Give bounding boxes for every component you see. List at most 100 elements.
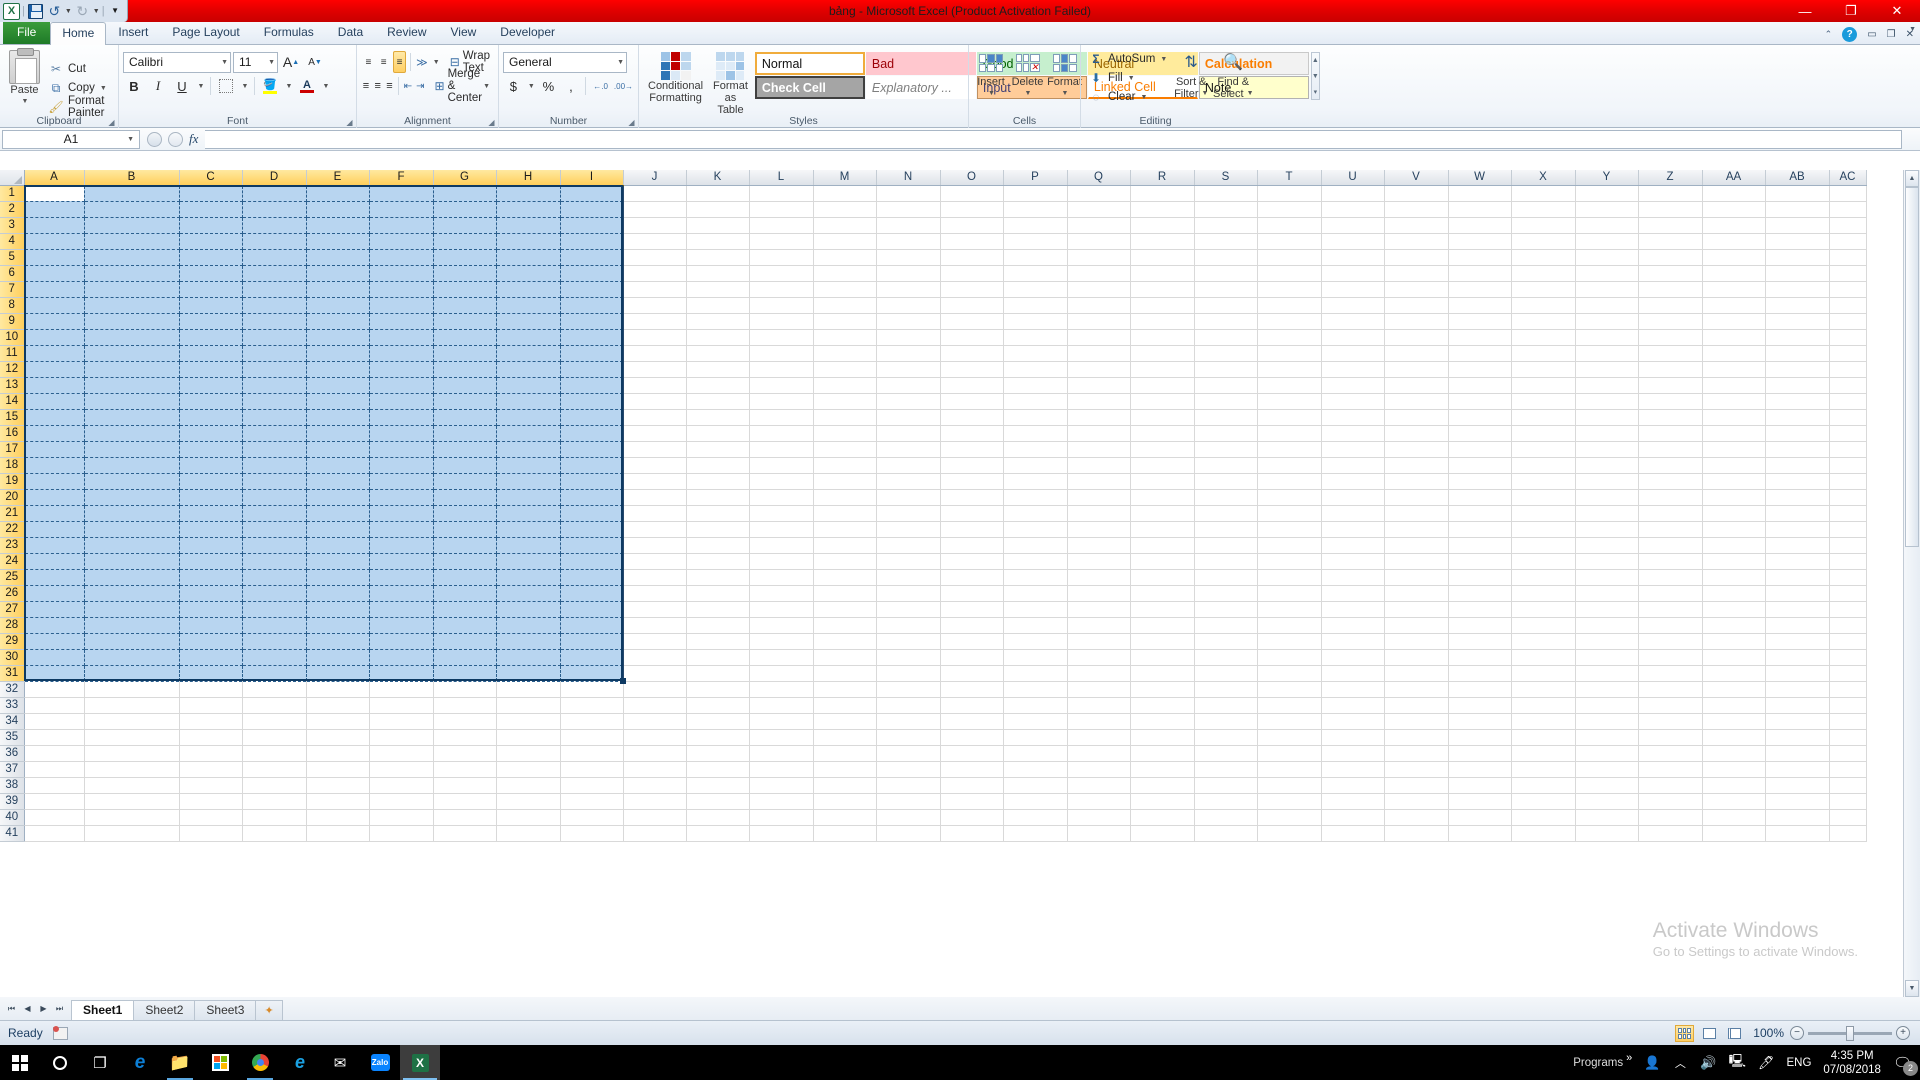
network-icon[interactable]: 🖳 [1729,1052,1746,1074]
cell-G36[interactable] [433,745,496,761]
cell-G13[interactable] [433,377,496,393]
cell-X30[interactable] [1511,649,1575,665]
cell-M12[interactable] [813,361,876,377]
bold-button[interactable]: B [123,75,145,97]
cell-J32[interactable] [623,681,686,697]
cell-AA17[interactable] [1702,441,1765,457]
cell-K35[interactable] [686,729,749,745]
cell-F34[interactable] [369,713,433,729]
row-header-1[interactable]: 1 [0,185,24,201]
cell-S3[interactable] [1194,217,1257,233]
cell-O9[interactable] [940,313,1003,329]
cell-U16[interactable] [1321,425,1384,441]
cell-AC4[interactable] [1829,233,1866,249]
cell-R30[interactable] [1130,649,1194,665]
cell-AC31[interactable] [1829,665,1866,681]
cell-E24[interactable] [306,553,369,569]
percent-format-button[interactable]: % [538,75,559,97]
cell-B23[interactable] [84,537,179,553]
cell-V20[interactable] [1384,489,1448,505]
cell-P32[interactable] [1003,681,1067,697]
cell-A8[interactable] [24,297,84,313]
cell-G24[interactable] [433,553,496,569]
cell-K38[interactable] [686,777,749,793]
cell-S6[interactable] [1194,265,1257,281]
cell-L5[interactable] [749,249,813,265]
cell-D36[interactable] [242,745,306,761]
cell-B28[interactable] [84,617,179,633]
row-header-14[interactable]: 14 [0,393,24,409]
cell-U23[interactable] [1321,537,1384,553]
cell-W34[interactable] [1448,713,1511,729]
cell-X10[interactable] [1511,329,1575,345]
cell-X6[interactable] [1511,265,1575,281]
cell-R9[interactable] [1130,313,1194,329]
cell-C35[interactable] [179,729,242,745]
cell-AC39[interactable] [1829,793,1866,809]
cell-W1[interactable] [1448,185,1511,201]
cell-F37[interactable] [369,761,433,777]
cell-N25[interactable] [876,569,940,585]
cell-S10[interactable] [1194,329,1257,345]
cell-T38[interactable] [1257,777,1321,793]
column-header-S[interactable]: S [1194,170,1257,185]
grid-row-8[interactable]: 8 [0,297,1866,313]
cell-AA4[interactable] [1702,233,1765,249]
cell-G26[interactable] [433,585,496,601]
cell-AC36[interactable] [1829,745,1866,761]
column-header-P[interactable]: P [1003,170,1067,185]
cell-AB25[interactable] [1765,569,1829,585]
cell-D15[interactable] [242,409,306,425]
clear-button[interactable]: ◌ Clear ▼ [1085,88,1170,106]
cell-Q30[interactable] [1067,649,1130,665]
cell-I3[interactable] [560,217,623,233]
row-header-31[interactable]: 31 [0,665,24,681]
cell-D12[interactable] [242,361,306,377]
cell-S8[interactable] [1194,297,1257,313]
cell-E33[interactable] [306,697,369,713]
cell-I15[interactable] [560,409,623,425]
cell-V27[interactable] [1384,601,1448,617]
cell-D7[interactable] [242,281,306,297]
cell-T19[interactable] [1257,473,1321,489]
cell-K12[interactable] [686,361,749,377]
cell-D17[interactable] [242,441,306,457]
cell-D6[interactable] [242,265,306,281]
cell-AC40[interactable] [1829,809,1866,825]
cell-G18[interactable] [433,457,496,473]
cell-L22[interactable] [749,521,813,537]
volume-icon[interactable]: 🔊 [1700,1055,1716,1071]
cell-W17[interactable] [1448,441,1511,457]
cell-W7[interactable] [1448,281,1511,297]
cell-B6[interactable] [84,265,179,281]
cell-H27[interactable] [496,601,560,617]
cell-Q14[interactable] [1067,393,1130,409]
cell-B22[interactable] [84,521,179,537]
cell-D26[interactable] [242,585,306,601]
cell-D40[interactable] [242,809,306,825]
cell-Z20[interactable] [1638,489,1702,505]
cell-F21[interactable] [369,505,433,521]
cell-Q3[interactable] [1067,217,1130,233]
cell-X36[interactable] [1511,745,1575,761]
cell-U3[interactable] [1321,217,1384,233]
cell-D2[interactable] [242,201,306,217]
cell-J21[interactable] [623,505,686,521]
cell-T39[interactable] [1257,793,1321,809]
sheet-tab-sheet1[interactable]: Sheet1 [71,1000,134,1020]
cell-M19[interactable] [813,473,876,489]
cell-B15[interactable] [84,409,179,425]
cell-Q2[interactable] [1067,201,1130,217]
cell-Z23[interactable] [1638,537,1702,553]
cell-W9[interactable] [1448,313,1511,329]
column-header-Q[interactable]: Q [1067,170,1130,185]
cell-E22[interactable] [306,521,369,537]
row-header-36[interactable]: 36 [0,745,24,761]
cell-V11[interactable] [1384,345,1448,361]
cell-O39[interactable] [940,793,1003,809]
column-header-V[interactable]: V [1384,170,1448,185]
cell-Y23[interactable] [1575,537,1638,553]
cell-A21[interactable] [24,505,84,521]
cell-A37[interactable] [24,761,84,777]
cell-N32[interactable] [876,681,940,697]
